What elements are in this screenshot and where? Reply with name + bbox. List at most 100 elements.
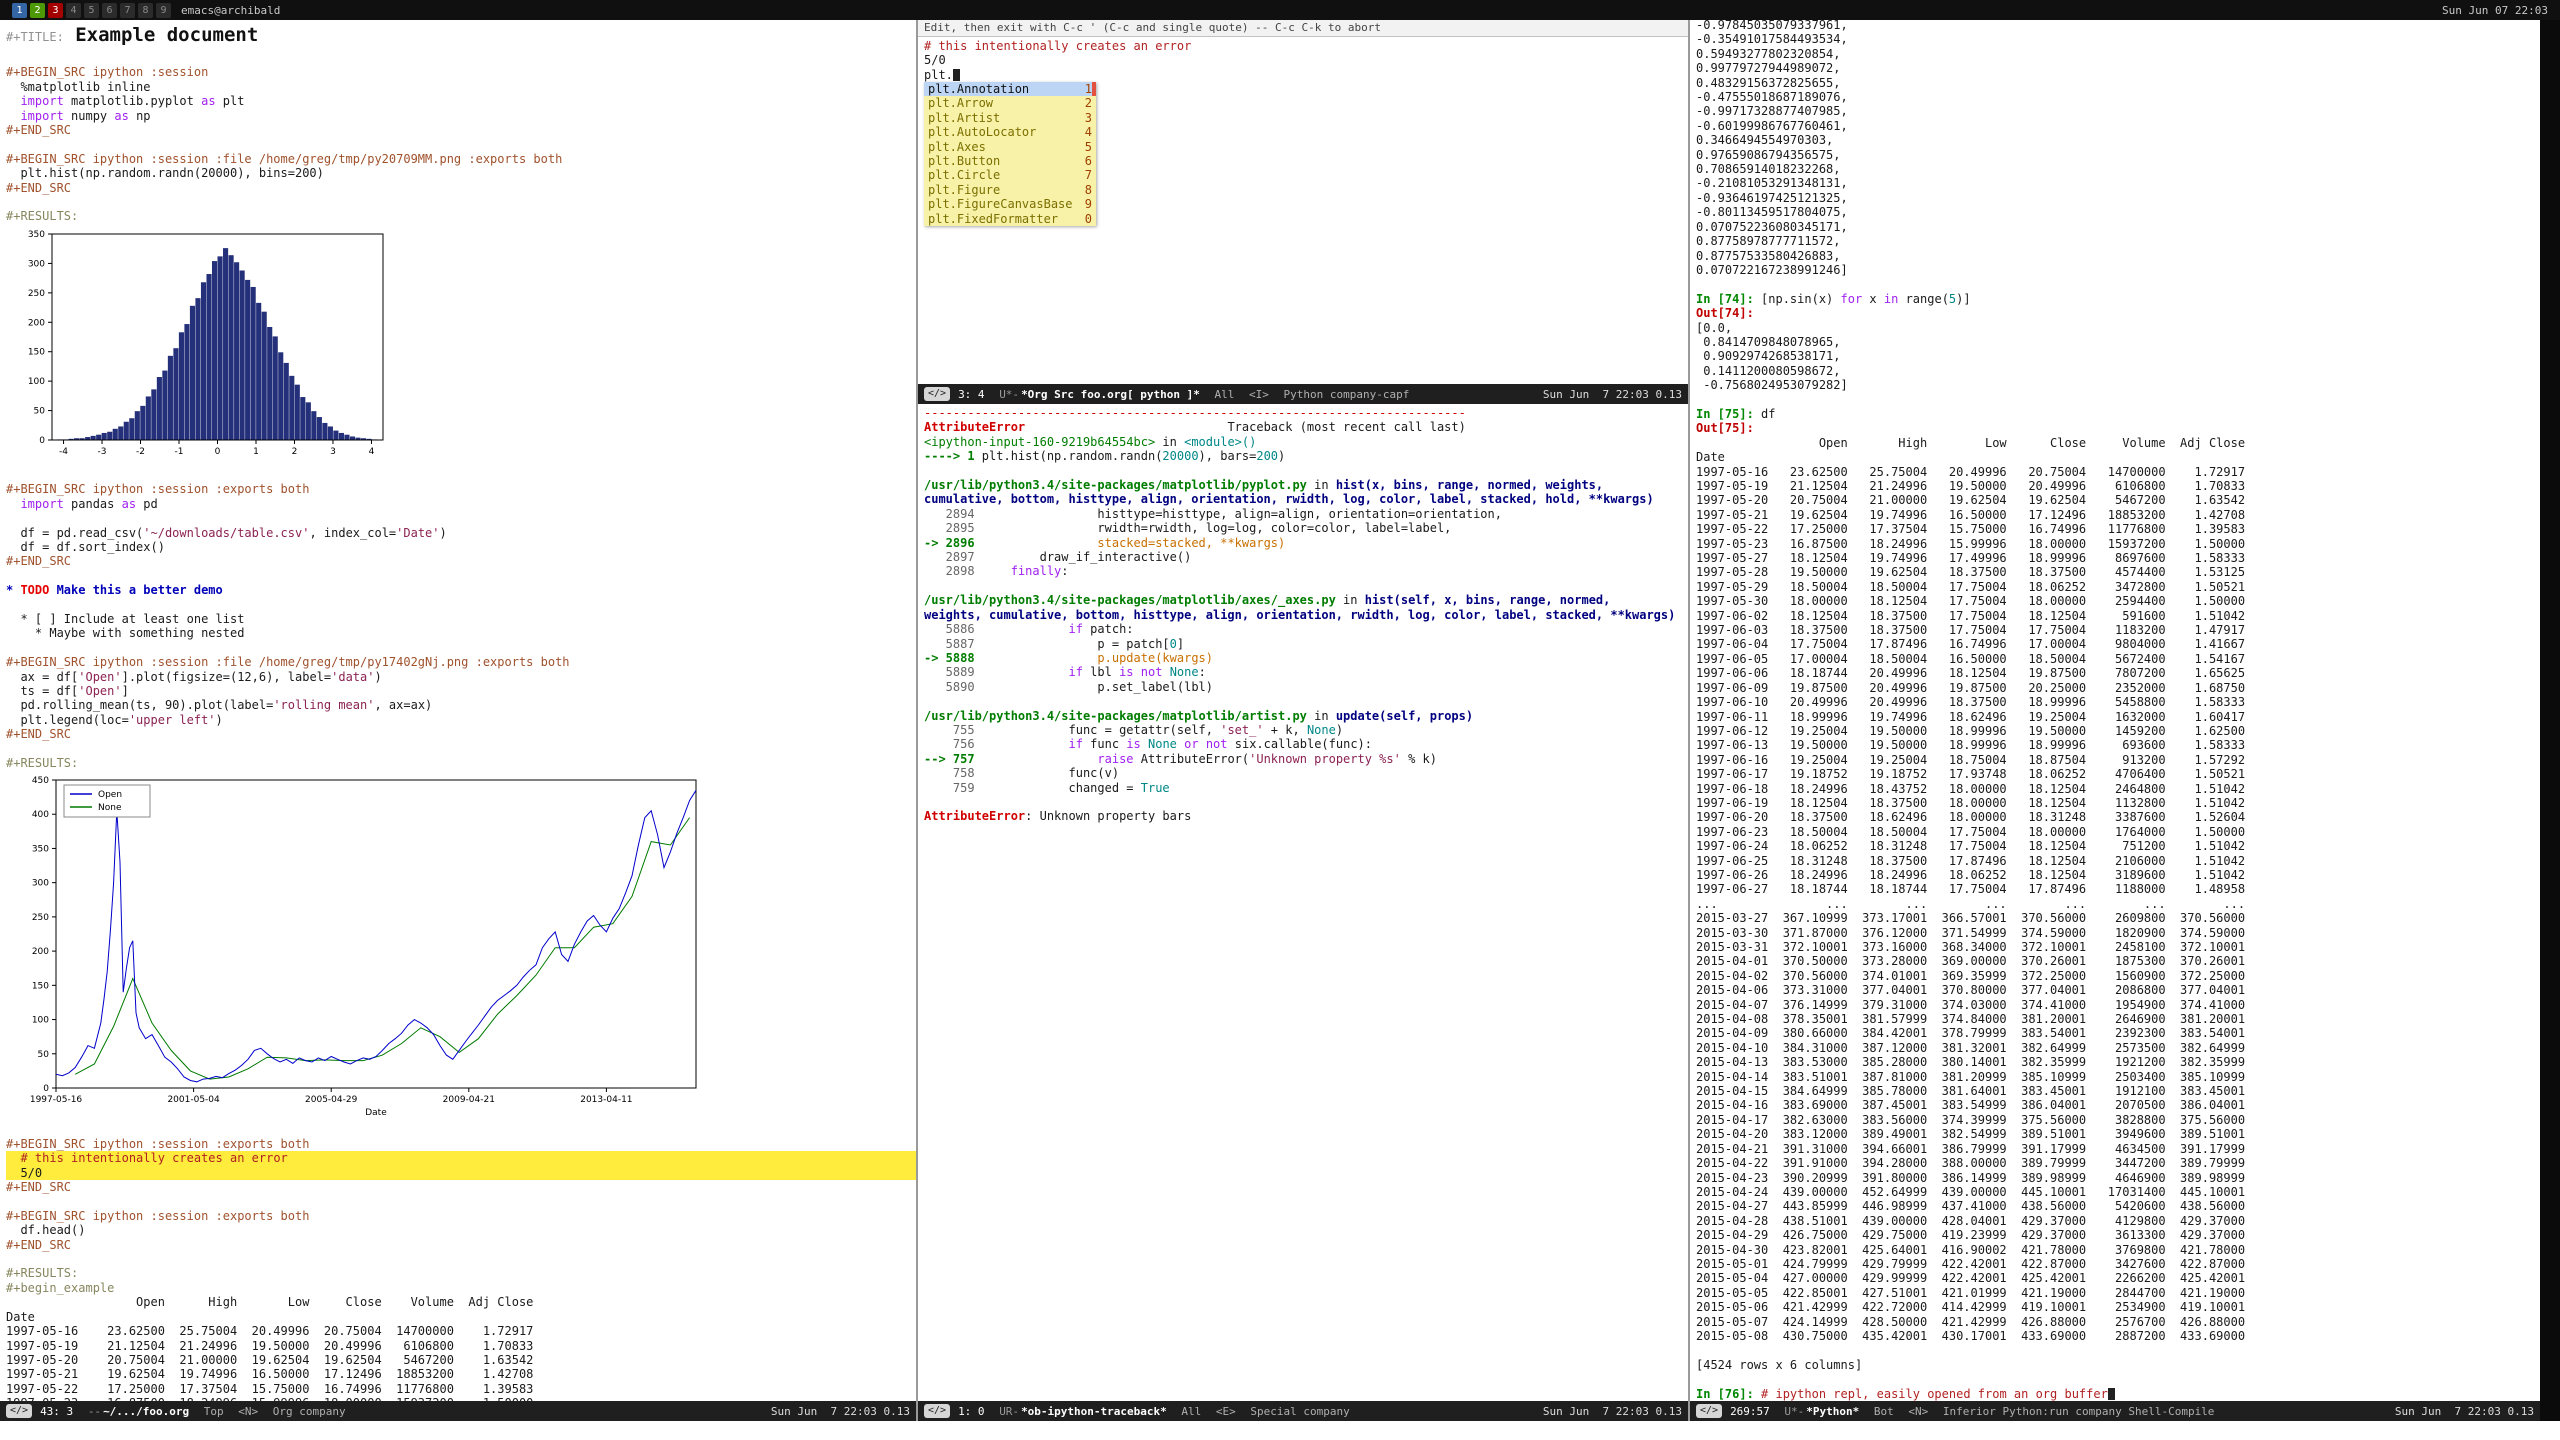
buffer-line[interactable]: #+END_SRC <box>6 727 916 741</box>
buffer-line[interactable]: <ipython-input-160-9219b64554bc> in <mod… <box>924 435 1688 449</box>
buffer-line[interactable]: 0.48329156372825655, <box>1696 76 2540 90</box>
org-src-buffer[interactable]: # this intentionally creates an error 5/0… <box>918 37 1688 384</box>
buffer-line[interactable]: #+BEGIN_SRC ipython :session <box>6 65 916 79</box>
buffer-line[interactable] <box>924 694 1688 708</box>
buffer-line[interactable]: /usr/lib/python3.4/site-packages/matplot… <box>924 709 1688 723</box>
buffer-line[interactable]: AttributeError Traceback (most recent ca… <box>924 420 1688 434</box>
buffer-line[interactable]: -0.97845035079337961, <box>1696 20 2540 32</box>
buffer-line[interactable]: 2015-04-13 383.53000 385.28000 380.14001… <box>1696 1055 2540 1069</box>
buffer-line[interactable]: 759 changed = True <box>924 781 1688 795</box>
completion-item[interactable]: plt.Button 6 <box>924 154 1096 168</box>
buffer-line[interactable]: 0.3466494554970303, <box>1696 133 2540 147</box>
buffer-line[interactable]: 1997-06-24 18.06252 18.31248 17.75004 18… <box>1696 839 2540 853</box>
buffer-line[interactable]: #+BEGIN_SRC ipython :session :file /home… <box>6 655 916 669</box>
buffer-line[interactable]: cumulative, bottom, histtype, align, ori… <box>924 492 1688 506</box>
buffer-line[interactable]: * [ ] Include at least one list <box>6 612 916 626</box>
buffer-line[interactable]: -0.80113459517804075, <box>1696 205 2540 219</box>
buffer-line[interactable]: 1997-05-27 18.12504 19.74996 17.49996 18… <box>1696 551 2540 565</box>
traceback-buffer[interactable]: ----------------------------------------… <box>918 404 1688 1401</box>
buffer-line[interactable]: 2015-05-08 430.75000 435.42001 430.17001… <box>1696 1329 2540 1343</box>
buffer-line[interactable]: 1997-06-05 17.00004 18.50004 16.50000 18… <box>1696 652 2540 666</box>
buffer-line[interactable]: plt.hist(np.random.randn(20000), bins=20… <box>6 166 916 180</box>
buffer-line[interactable]: #+END_SRC <box>6 1238 916 1252</box>
buffer-line[interactable]: 5890 p.set_label(lbl) <box>924 680 1688 694</box>
buffer-line[interactable]: 1997-05-23 16.87500 18.24996 15.99996 18… <box>6 1396 916 1401</box>
completion-item[interactable]: plt.Artist 3 <box>924 111 1096 125</box>
buffer-line[interactable]: -0.60199986767760461, <box>1696 119 2540 133</box>
buffer-line[interactable]: 1997-05-22 17.25000 17.37504 15.75000 16… <box>6 1382 916 1396</box>
buffer-line[interactable]: 1997-05-16 23.62500 25.75004 20.49996 20… <box>1696 465 2540 479</box>
buffer-line[interactable]: 1997-06-19 18.12504 18.37500 18.00000 18… <box>1696 796 2540 810</box>
buffer-line[interactable]: pd.rolling_mean(ts, 90).plot(label='roll… <box>6 698 916 712</box>
buffer-line[interactable]: %matplotlib inline <box>6 80 916 94</box>
buffer-line[interactable]: #+RESULTS: <box>6 1266 916 1280</box>
workspace-button[interactable]: 2 <box>30 2 45 18</box>
buffer-line[interactable]: 1997-06-09 19.87500 20.49996 19.87500 20… <box>1696 681 2540 695</box>
workspace-button[interactable]: 7 <box>120 2 135 18</box>
buffer-line[interactable] <box>6 468 916 482</box>
workspace-switcher[interactable]: 123456789 <box>12 2 171 18</box>
org-buffer[interactable]: #+TITLE: Example document #+BEGIN_SRC ip… <box>0 20 916 1401</box>
buffer-line[interactable] <box>924 579 1688 593</box>
buffer-line[interactable]: 2015-03-27 367.10999 373.17001 366.57001… <box>1696 911 2540 925</box>
buffer-line[interactable] <box>6 137 916 151</box>
buffer-line[interactable]: import pandas as pd <box>6 497 916 511</box>
completion-item[interactable]: plt.Arrow 2 <box>924 96 1096 110</box>
modeline-traceback[interactable]: </> 1: 0 UR- *ob-ipython-traceback* All <E… <box>918 1401 1688 1421</box>
modeline-edit[interactable]: </> 3: 4 U*- *Org Src foo.org[ python ]* A… <box>918 384 1688 404</box>
workspace-button[interactable]: 6 <box>102 2 117 18</box>
buffer-line[interactable]: /usr/lib/python3.4/site-packages/matplot… <box>924 593 1688 607</box>
buffer-line[interactable]: 1997-05-30 18.00000 18.12504 17.75004 18… <box>1696 594 2540 608</box>
buffer-line[interactable]: 2015-04-27 443.85999 446.98999 437.41000… <box>1696 1199 2540 1213</box>
buffer-line[interactable]: -0.99717328877407985, <box>1696 104 2540 118</box>
buffer-line[interactable]: In [75]: df <box>1696 407 2540 421</box>
buffer-line[interactable]: 1997-06-11 18.99996 19.74996 18.62496 19… <box>1696 710 2540 724</box>
buffer-line[interactable]: 0.9092974268538171, <box>1696 349 2540 363</box>
buffer-line[interactable]: 5/0 <box>924 53 1688 67</box>
buffer-line[interactable]: 0.070722167238991246] <box>1696 263 2540 277</box>
buffer-line[interactable] <box>6 195 916 209</box>
buffer-line[interactable]: import matplotlib.pyplot as plt <box>6 94 916 108</box>
completion-item[interactable]: plt.FixedFormatter 0 <box>924 212 1096 226</box>
buffer-line[interactable] <box>6 742 916 756</box>
buffer-line[interactable]: 1997-05-20 20.75004 21.00000 19.62504 19… <box>1696 493 2540 507</box>
completion-item[interactable]: plt.Figure 8 <box>924 183 1096 197</box>
workspace-button[interactable]: 3 <box>48 2 63 18</box>
buffer-line[interactable]: 0.87758978777711572, <box>1696 234 2540 248</box>
buffer-line[interactable]: 2015-04-28 438.51001 439.00000 428.04001… <box>1696 1214 2540 1228</box>
buffer-line[interactable]: ----------------------------------------… <box>924 406 1688 420</box>
workspace-button[interactable]: 1 <box>12 2 27 18</box>
buffer-line[interactable]: # this intentionally creates an error <box>6 1151 916 1166</box>
buffer-line[interactable]: df = pd.read_csv('~/downloads/table.csv'… <box>6 526 916 540</box>
buffer-line[interactable]: 0.1411200080598672, <box>1696 364 2540 378</box>
buffer-line[interactable]: --> 757 raise AttributeError('Unknown pr… <box>924 752 1688 766</box>
buffer-line[interactable] <box>1696 1343 2540 1357</box>
buffer-line[interactable]: #+TITLE: Example document <box>6 22 916 51</box>
buffer-line[interactable]: ax = df['Open'].plot(figsize=(12,6), lab… <box>6 670 916 684</box>
buffer-line[interactable]: 5886 if patch: <box>924 622 1688 636</box>
buffer-line[interactable] <box>6 1122 916 1136</box>
buffer-line[interactable] <box>6 569 916 583</box>
buffer-line[interactable]: Date <box>6 1310 916 1324</box>
buffer-line[interactable]: 756 if func is None or not six.callable(… <box>924 737 1688 751</box>
modeline-repl[interactable]: </> 269:57 U*- *Python* Bot <N> Inferior P… <box>1690 1401 2540 1421</box>
buffer-line[interactable]: 5887 p = patch[0] <box>924 637 1688 651</box>
buffer-line[interactable]: 1997-06-04 17.75004 17.87496 16.74996 17… <box>1696 637 2540 651</box>
buffer-line[interactable]: 1997-06-18 18.24996 18.43752 18.00000 18… <box>1696 782 2540 796</box>
buffer-line[interactable]: 0.87757533580426883, <box>1696 249 2540 263</box>
buffer-line[interactable]: -0.93646197425121325, <box>1696 191 2540 205</box>
buffer-line[interactable]: 5/0 <box>6 1165 916 1181</box>
buffer-line[interactable]: 2015-04-30 423.82001 425.64001 416.90002… <box>1696 1243 2540 1257</box>
buffer-line[interactable]: #+BEGIN_SRC ipython :session :exports bo… <box>6 1137 916 1151</box>
buffer-line[interactable]: 2015-03-30 371.87000 376.12000 371.54999… <box>1696 926 2540 940</box>
buffer-line[interactable]: 2015-04-20 383.12000 389.49001 382.54999… <box>1696 1127 2540 1141</box>
buffer-line[interactable]: -0.21081053291348131, <box>1696 176 2540 190</box>
buffer-line[interactable]: 0.070752236080345171, <box>1696 220 2540 234</box>
buffer-line[interactable]: 2015-04-06 373.31000 377.04001 370.80000… <box>1696 983 2540 997</box>
buffer-line[interactable]: 2015-04-22 391.91000 394.28000 388.00000… <box>1696 1156 2540 1170</box>
buffer-line[interactable]: In [74]: [np.sin(x) for x in range(5)] <box>1696 292 2540 306</box>
buffer-line[interactable]: -> 5888 p.update(kwargs) <box>924 651 1688 665</box>
buffer-line[interactable]: df = df.sort_index() <box>6 540 916 554</box>
buffer-line[interactable]: #+BEGIN_SRC ipython :session :exports bo… <box>6 482 916 496</box>
buffer-line[interactable]: #+END_SRC <box>6 181 916 195</box>
